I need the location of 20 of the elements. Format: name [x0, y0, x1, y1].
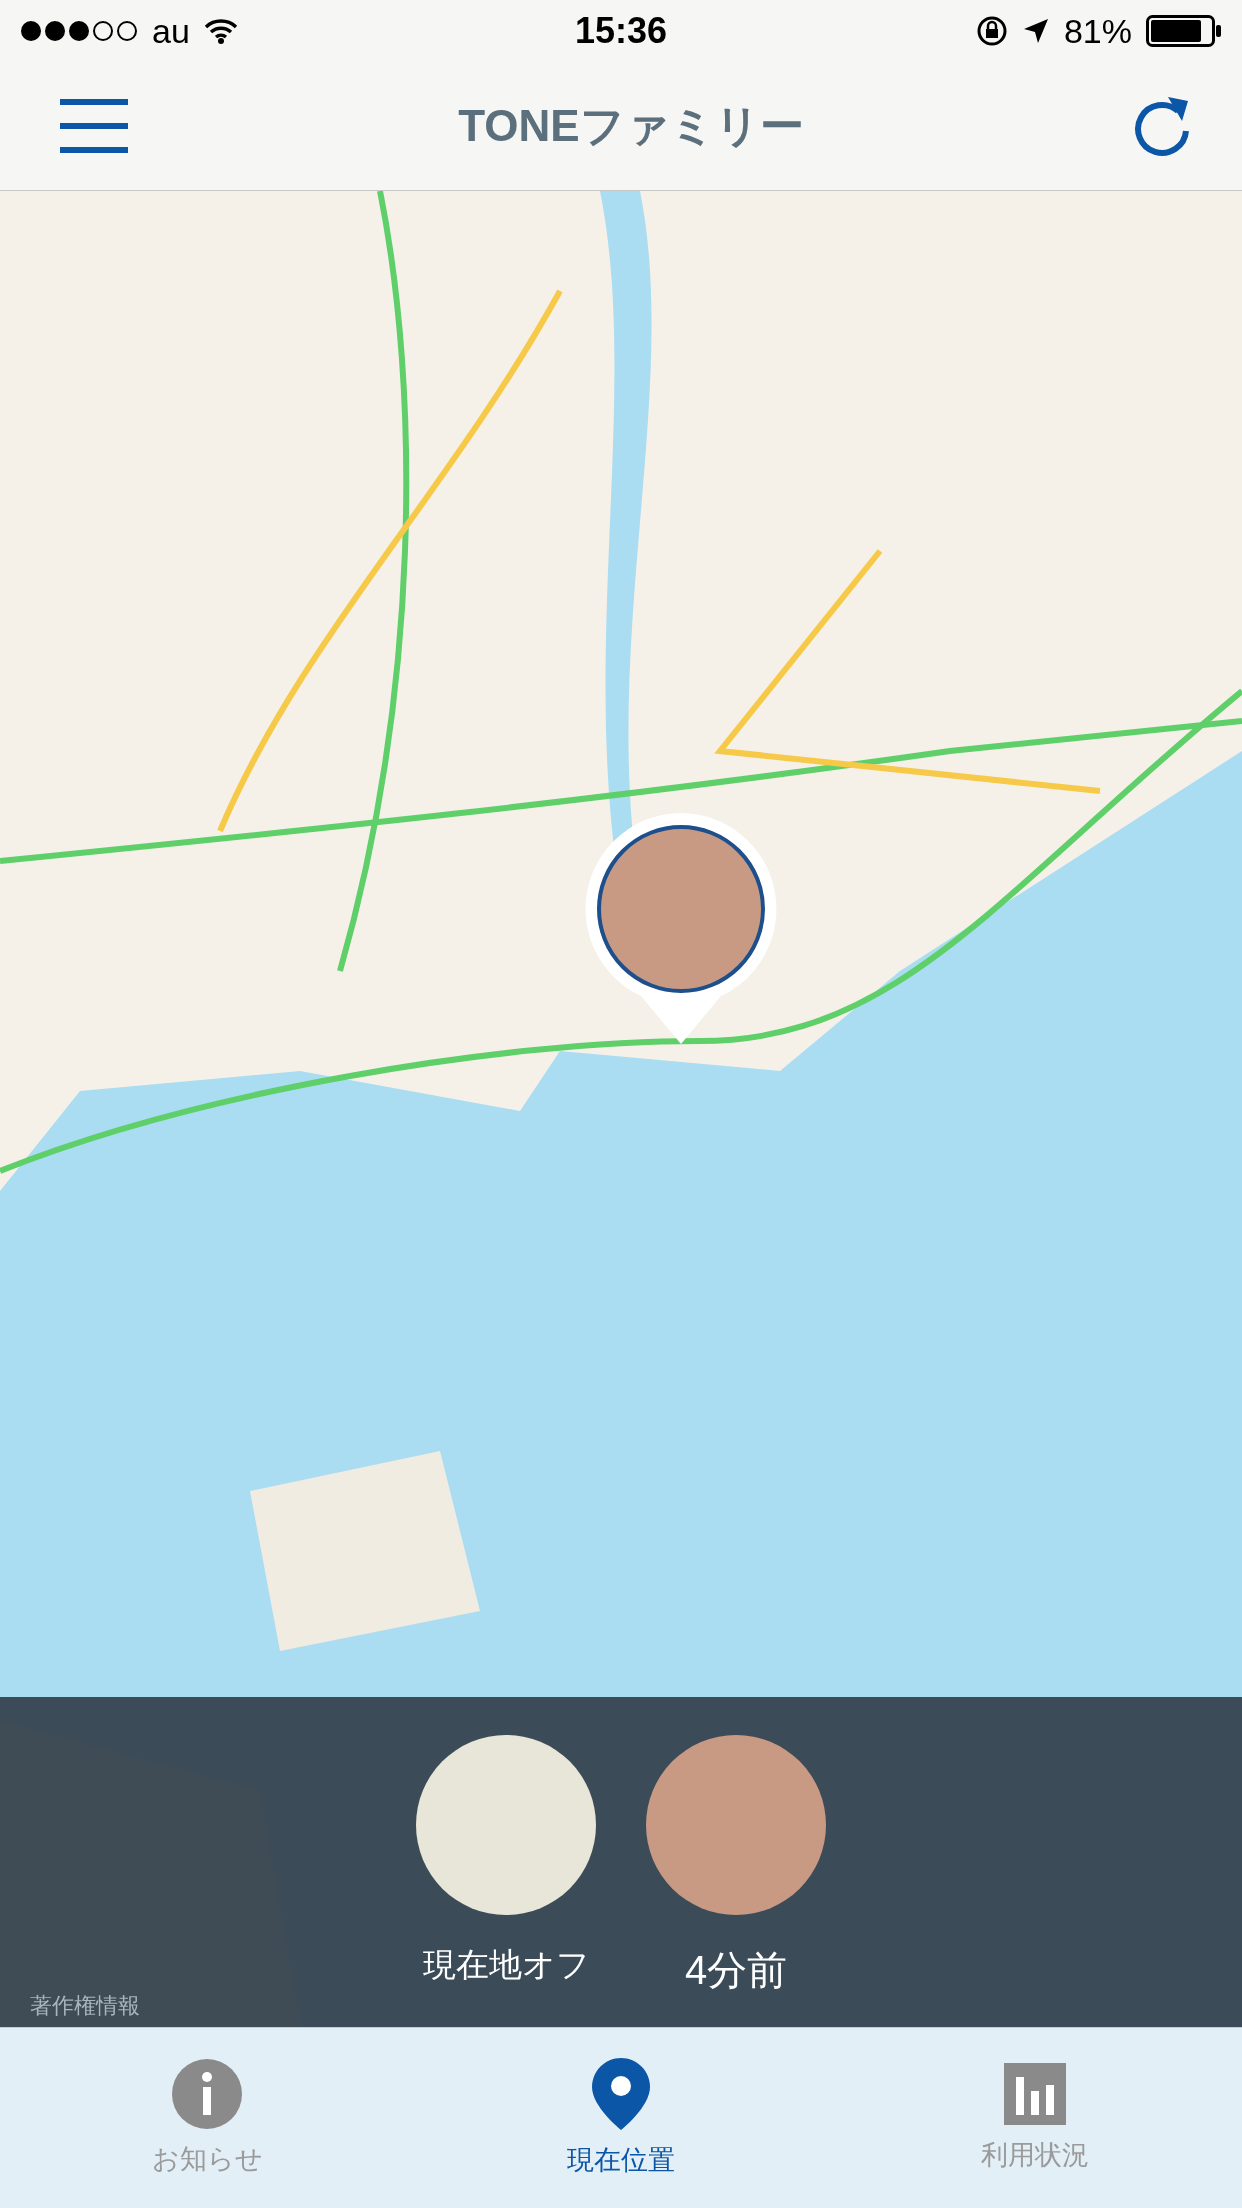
- info-icon: [172, 2059, 242, 2129]
- rotation-lock-icon: [975, 15, 1008, 47]
- member-status: 4分前: [684, 1947, 788, 1994]
- member-status: 現在地オフ: [422, 1945, 590, 1985]
- bar-chart-icon: [1004, 2063, 1066, 2125]
- location-pin-icon: [592, 2058, 650, 2130]
- tab[interactable]: 現在位置: [414, 2028, 828, 2208]
- legal-link[interactable]: 著作権情報: [30, 1991, 140, 2021]
- battery-icon: [1146, 15, 1222, 47]
- clock-time: 15:36: [574, 10, 668, 52]
- app-title: TONEファミリー: [458, 99, 804, 152]
- tab[interactable]: 利用状況: [828, 2028, 1242, 2208]
- refresh-button[interactable]: [1134, 95, 1192, 157]
- carrier-name: au: [152, 11, 190, 51]
- battery-percent: 81%: [1063, 11, 1132, 51]
- menu-button[interactable]: [60, 99, 128, 153]
- wifi-icon: [203, 18, 238, 44]
- signal-icon: [20, 20, 138, 42]
- map-marker[interactable]: [583, 811, 779, 1046]
- tab[interactable]: お知らせ: [0, 2028, 414, 2208]
